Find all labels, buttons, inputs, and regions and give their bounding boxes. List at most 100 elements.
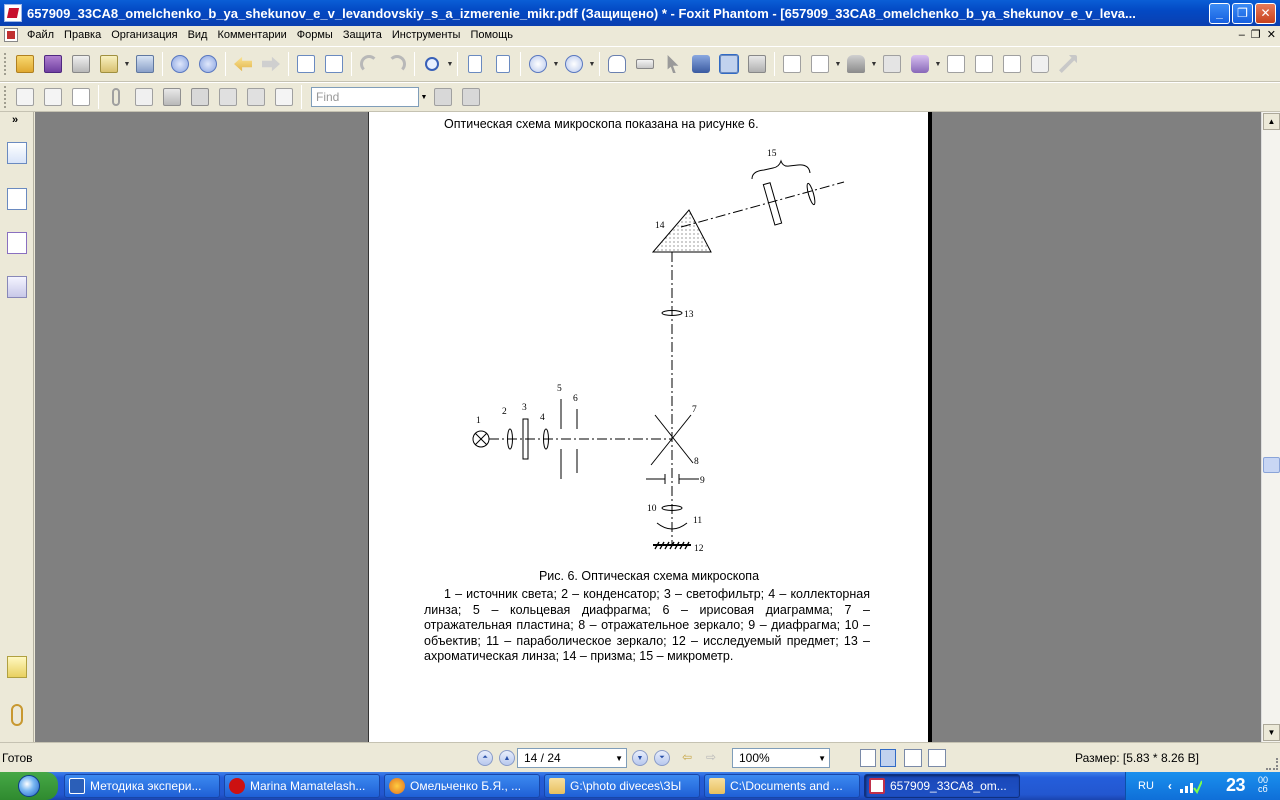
network-signal-icon[interactable] (1178, 778, 1202, 794)
page-number-field[interactable]: 14 / 24 ▼ (517, 748, 627, 768)
select-text-button[interactable] (716, 51, 742, 77)
typewriter-button[interactable] (943, 51, 969, 77)
insert-pages-button[interactable] (293, 51, 319, 77)
open-button[interactable] (12, 51, 38, 77)
textbox-tool-button[interactable] (68, 84, 94, 110)
next-page-button[interactable] (195, 51, 221, 77)
zoom-in-button[interactable] (561, 51, 587, 77)
expand-panel-icon[interactable]: » (12, 114, 18, 126)
zoom-out-button[interactable] (525, 51, 551, 77)
binoculars-button[interactable] (688, 51, 714, 77)
video-tool-button[interactable] (187, 84, 213, 110)
taskbar-item-folder-documents[interactable]: C:\Documents and ... (704, 774, 860, 798)
find-previous-button[interactable] (430, 84, 456, 110)
security-button[interactable] (907, 51, 933, 77)
redo-button[interactable] (384, 51, 410, 77)
zoom-out-dropdown[interactable]: ▼ (552, 51, 560, 77)
scroll-up-arrow[interactable]: ▲ (1263, 113, 1280, 130)
doc-minimize-button[interactable]: – (1239, 26, 1245, 44)
taskbar-item-folder-photo[interactable]: G:\photo diveces\ЗЫ (544, 774, 700, 798)
save-button[interactable] (40, 51, 66, 77)
security-dropdown[interactable]: ▼ (934, 51, 942, 77)
language-indicator[interactable]: RU (1138, 780, 1154, 792)
image-tool-button[interactable] (159, 84, 185, 110)
callout-button[interactable] (1027, 51, 1053, 77)
fit-width-button[interactable] (490, 51, 516, 77)
document-viewer[interactable]: Оптическая схема микроскопа показана на … (35, 112, 1261, 742)
email-button[interactable] (96, 51, 122, 77)
menu-organize[interactable]: Организация (106, 26, 182, 44)
sign-button[interactable] (971, 51, 997, 77)
tray-expand-chevron-icon[interactable]: ‹ (1168, 779, 1172, 793)
edit-form-button[interactable] (807, 51, 833, 77)
back-button[interactable] (230, 51, 256, 77)
zoom-button[interactable] (419, 51, 445, 77)
scroll-thumb[interactable] (1263, 457, 1280, 473)
zoom-level-field[interactable]: 100% ▼ (732, 748, 830, 768)
close-button[interactable]: ✕ (1255, 2, 1276, 24)
stamp-tool-button[interactable] (843, 51, 869, 77)
facing-layout-button[interactable] (904, 749, 922, 767)
vertical-scrollbar[interactable]: ▲ ▼ (1261, 112, 1280, 742)
document-menu-icon[interactable] (4, 28, 18, 42)
resize-grip[interactable] (1266, 758, 1278, 770)
layers-icon[interactable] (7, 276, 27, 298)
pages-icon[interactable] (7, 188, 27, 210)
taskbar-item-word[interactable]: Методика экспери... (64, 774, 220, 798)
attach-file-2-button[interactable] (131, 84, 157, 110)
toolbar-grip[interactable] (4, 86, 7, 108)
comments-icon[interactable] (7, 656, 27, 678)
note-tool-button[interactable] (12, 84, 38, 110)
email-dropdown[interactable]: ▼ (123, 51, 131, 77)
snapshot-button[interactable] (744, 51, 770, 77)
print-button[interactable] (68, 51, 94, 77)
history-back-arrow[interactable]: ⇦ (682, 750, 700, 766)
hand-tool-button[interactable] (604, 51, 630, 77)
previous-page-button[interactable] (167, 51, 193, 77)
clock-hours[interactable]: 23 (1226, 775, 1246, 796)
prev-page-button[interactable]: ▲ (499, 750, 515, 766)
arrow-tool-button[interactable] (1055, 51, 1081, 77)
next-page-status-button[interactable]: ▼ (632, 750, 648, 766)
single-page-layout-button[interactable] (860, 749, 876, 767)
menu-file[interactable]: Файл (22, 26, 59, 44)
taskbar-item-firefox[interactable]: Омельченко Б.Я., ... (384, 774, 540, 798)
edit-form-dropdown[interactable]: ▼ (834, 51, 842, 77)
attach-tool-button[interactable] (879, 51, 905, 77)
menu-forms[interactable]: Формы (292, 26, 338, 44)
last-page-button[interactable]: ⏷ (654, 750, 670, 766)
typewriter-tool-button[interactable] (40, 84, 66, 110)
menu-edit[interactable]: Правка (59, 26, 106, 44)
foxit-app-icon[interactable] (4, 4, 22, 22)
menu-comments[interactable]: Комментарии (212, 26, 291, 44)
rectangle-tool-button[interactable] (779, 51, 805, 77)
zoom-dropdown[interactable]: ▼ (446, 51, 454, 77)
continuous-facing-layout-button[interactable] (928, 749, 946, 767)
link-tool-button[interactable] (215, 84, 241, 110)
start-button[interactable] (0, 772, 58, 800)
page-dropdown-arrow[interactable]: ▼ (615, 754, 623, 763)
minimize-button[interactable]: _ (1209, 2, 1230, 24)
menu-help[interactable]: Помощь (465, 26, 518, 44)
menu-view[interactable]: Вид (183, 26, 213, 44)
scroll-down-arrow[interactable]: ▼ (1263, 724, 1280, 741)
menu-tools[interactable]: Инструменты (387, 26, 466, 44)
zoom-dropdown-arrow[interactable]: ▼ (818, 754, 826, 763)
bookmark-tool-button[interactable] (243, 84, 269, 110)
loupe-tool-button[interactable] (632, 51, 658, 77)
select-tool-button[interactable] (660, 51, 686, 77)
taskbar-item-foxit[interactable]: 657909_33CA8_om... (864, 774, 1020, 798)
attachments-icon[interactable] (11, 704, 23, 726)
doc-close-button[interactable]: ✕ (1267, 26, 1276, 44)
taskbar-item-opera[interactable]: Marina Mamatelash... (224, 774, 380, 798)
scanner-button[interactable] (132, 51, 158, 77)
attach-file-button[interactable] (103, 84, 129, 110)
find-dropdown[interactable]: ▼ (419, 87, 429, 107)
extract-pages-button[interactable] (321, 51, 347, 77)
undo-button[interactable] (356, 51, 382, 77)
menu-protect[interactable]: Защита (338, 26, 387, 44)
edit-doc-button[interactable] (271, 84, 297, 110)
continuous-layout-button[interactable] (880, 749, 896, 767)
bookmarks-icon[interactable] (7, 142, 27, 164)
doc-restore-button[interactable]: ❐ (1251, 26, 1261, 44)
